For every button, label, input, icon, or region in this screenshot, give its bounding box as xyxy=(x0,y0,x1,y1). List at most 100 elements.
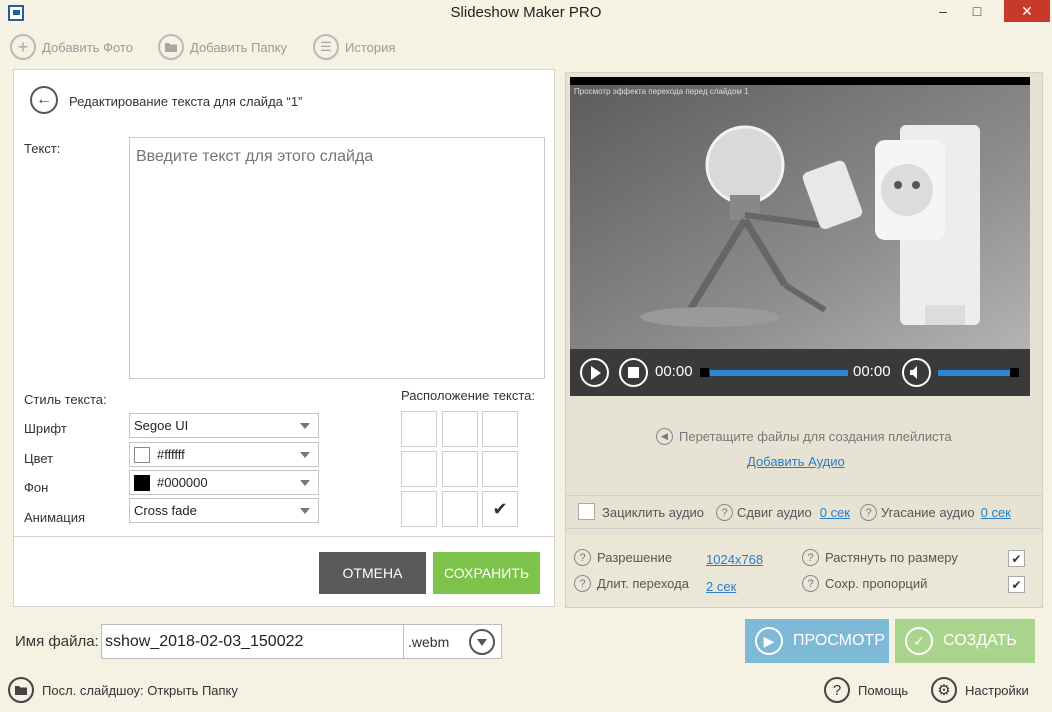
help-icon[interactable]: ? xyxy=(574,575,591,592)
volume-end-marker xyxy=(1010,368,1019,377)
animation-label: Анимация xyxy=(24,510,86,525)
audio-shift-value[interactable]: 0 сек xyxy=(820,505,850,520)
divider xyxy=(566,528,1042,529)
chevron-down-icon xyxy=(300,423,310,429)
help-icon[interactable]: ? xyxy=(574,549,591,566)
check-icon: ✓ xyxy=(905,627,933,655)
volume-bar[interactable] xyxy=(938,370,1010,376)
transition-row: ? Длит. перехода xyxy=(574,575,689,592)
back-arrow-icon[interactable]: ← xyxy=(30,86,58,114)
audio-drop-hint-text: Перетащите файлы для создания плейлиста xyxy=(679,429,952,444)
text-style-label: Стиль текста: xyxy=(24,392,107,407)
keep-ratio-label: Сохр. пропорций xyxy=(825,576,928,591)
list-icon: ☰ xyxy=(313,34,339,60)
volume-icon[interactable] xyxy=(902,358,931,387)
add-photo-button[interactable]: + Добавить Фото xyxy=(10,33,133,61)
preview-button[interactable]: ▶ ПРОСМОТР xyxy=(745,619,889,663)
last-slideshow-label: Посл. слайдшоу: Открыть Папку xyxy=(42,682,238,698)
color-label: Цвет xyxy=(24,451,54,466)
color-value: #ffffff xyxy=(157,447,185,462)
gear-icon: ⚙ xyxy=(931,677,957,703)
position-cell-selected[interactable]: ✔ xyxy=(482,491,518,527)
filename-label: Имя файла: xyxy=(15,633,99,650)
preview-panel: Просмотр эффекта перехода перед слайдом … xyxy=(565,72,1043,608)
folder-icon xyxy=(8,677,34,703)
text-position-label: Расположение текста: xyxy=(401,388,535,403)
background-select[interactable]: #000000 xyxy=(129,470,319,495)
help-icon[interactable]: ? xyxy=(802,549,819,566)
add-photo-label: Добавить Фото xyxy=(42,39,133,55)
seek-bar[interactable] xyxy=(710,370,848,376)
stretch-row: ? Растянуть по размеру xyxy=(802,549,958,566)
editor-heading: Редактирование текста для слайда “1” xyxy=(69,94,303,109)
font-value: Segoe UI xyxy=(134,418,189,433)
keep-ratio-checkbox[interactable]: ✔ xyxy=(1008,576,1025,593)
settings-button[interactable]: ⚙ Настройки xyxy=(931,677,1029,703)
color-swatch xyxy=(134,446,150,463)
position-cell[interactable] xyxy=(442,451,478,487)
position-cell[interactable] xyxy=(401,411,437,447)
add-audio-link[interactable]: Добавить Аудио xyxy=(747,454,845,469)
position-cell[interactable] xyxy=(442,491,478,527)
audio-fade-label: Угасание аудио xyxy=(881,505,975,520)
help-label: Помощь xyxy=(858,682,909,698)
divider xyxy=(566,495,1042,496)
position-cell[interactable] xyxy=(401,451,437,487)
extension-select[interactable]: .webm xyxy=(403,624,502,659)
create-button-label: СОЗДАТЬ xyxy=(943,632,1017,649)
animation-select[interactable]: Cross fade xyxy=(129,498,319,523)
help-icon[interactable]: ? xyxy=(716,504,733,521)
create-button[interactable]: ✓ СОЗДАТЬ xyxy=(895,619,1035,663)
speaker-icon: ◀ xyxy=(656,428,673,445)
add-folder-button[interactable]: Добавить Папку xyxy=(158,33,287,61)
help-icon[interactable]: ? xyxy=(860,504,877,521)
transition-value[interactable]: 2 сек xyxy=(706,579,736,594)
background-value: #000000 xyxy=(157,475,208,490)
audio-shift-label: Сдвиг аудио xyxy=(737,505,812,520)
minimize-button[interactable]: – xyxy=(926,0,960,22)
slide-text-input[interactable] xyxy=(129,137,545,379)
maximize-button[interactable]: □ xyxy=(960,0,994,22)
close-button[interactable]: ✕ xyxy=(1004,0,1050,22)
audio-shift: ? Сдвиг аудио 0 сек xyxy=(716,504,850,521)
extension-value: .webm xyxy=(408,633,450,650)
resolution-value[interactable]: 1024x768 xyxy=(706,552,763,567)
color-select[interactable]: #ffffff xyxy=(129,442,319,467)
output-settings: ? Разрешение 1024x768 ? Длит. перехода 2… xyxy=(566,535,1042,607)
play-icon[interactable] xyxy=(580,358,609,387)
save-button[interactable]: СОХРАНИТЬ xyxy=(433,552,540,594)
cancel-button[interactable]: ОТМЕНА xyxy=(319,552,426,594)
filename-input[interactable]: sshow_2018-02-03_150022 xyxy=(101,624,404,659)
background-label: Фон xyxy=(24,480,49,495)
audio-fade-value[interactable]: 0 сек xyxy=(981,505,1011,520)
font-select[interactable]: Segoe UI xyxy=(129,413,319,438)
position-cell[interactable] xyxy=(482,411,518,447)
position-cell[interactable] xyxy=(401,491,437,527)
history-label: История xyxy=(345,39,396,55)
last-slideshow-link[interactable]: Посл. слайдшоу: Открыть Папку xyxy=(8,677,238,703)
title-bar: Slideshow Maker PRO – □ ✕ xyxy=(0,0,1052,26)
loop-audio-label: Зациклить аудио xyxy=(602,505,705,520)
play-icon: ▶ xyxy=(755,627,783,655)
help-icon[interactable]: ? xyxy=(802,575,819,592)
divider xyxy=(14,536,554,537)
seek-start-marker xyxy=(700,368,709,377)
question-icon: ? xyxy=(824,677,850,703)
animation-value: Cross fade xyxy=(134,503,197,518)
settings-label: Настройки xyxy=(965,682,1029,698)
position-cell[interactable] xyxy=(482,451,518,487)
help-button[interactable]: ? Помощь xyxy=(824,677,908,703)
text-label: Текст: xyxy=(24,141,61,156)
background-swatch xyxy=(134,474,150,491)
stretch-checkbox[interactable]: ✔ xyxy=(1008,550,1025,567)
stop-icon[interactable] xyxy=(619,358,648,387)
preview-caption: Просмотр эффекта перехода перед слайдом … xyxy=(574,87,749,96)
history-button[interactable]: ☰ История xyxy=(313,33,395,61)
stretch-label: Растянуть по размеру xyxy=(825,550,958,565)
chevron-down-icon xyxy=(469,629,495,655)
position-cell[interactable] xyxy=(442,411,478,447)
window-title: Slideshow Maker PRO xyxy=(450,4,602,21)
loop-audio-checkbox[interactable] xyxy=(578,503,595,520)
video-preview xyxy=(570,77,1030,395)
resolution-row: ? Разрешение xyxy=(574,549,672,566)
